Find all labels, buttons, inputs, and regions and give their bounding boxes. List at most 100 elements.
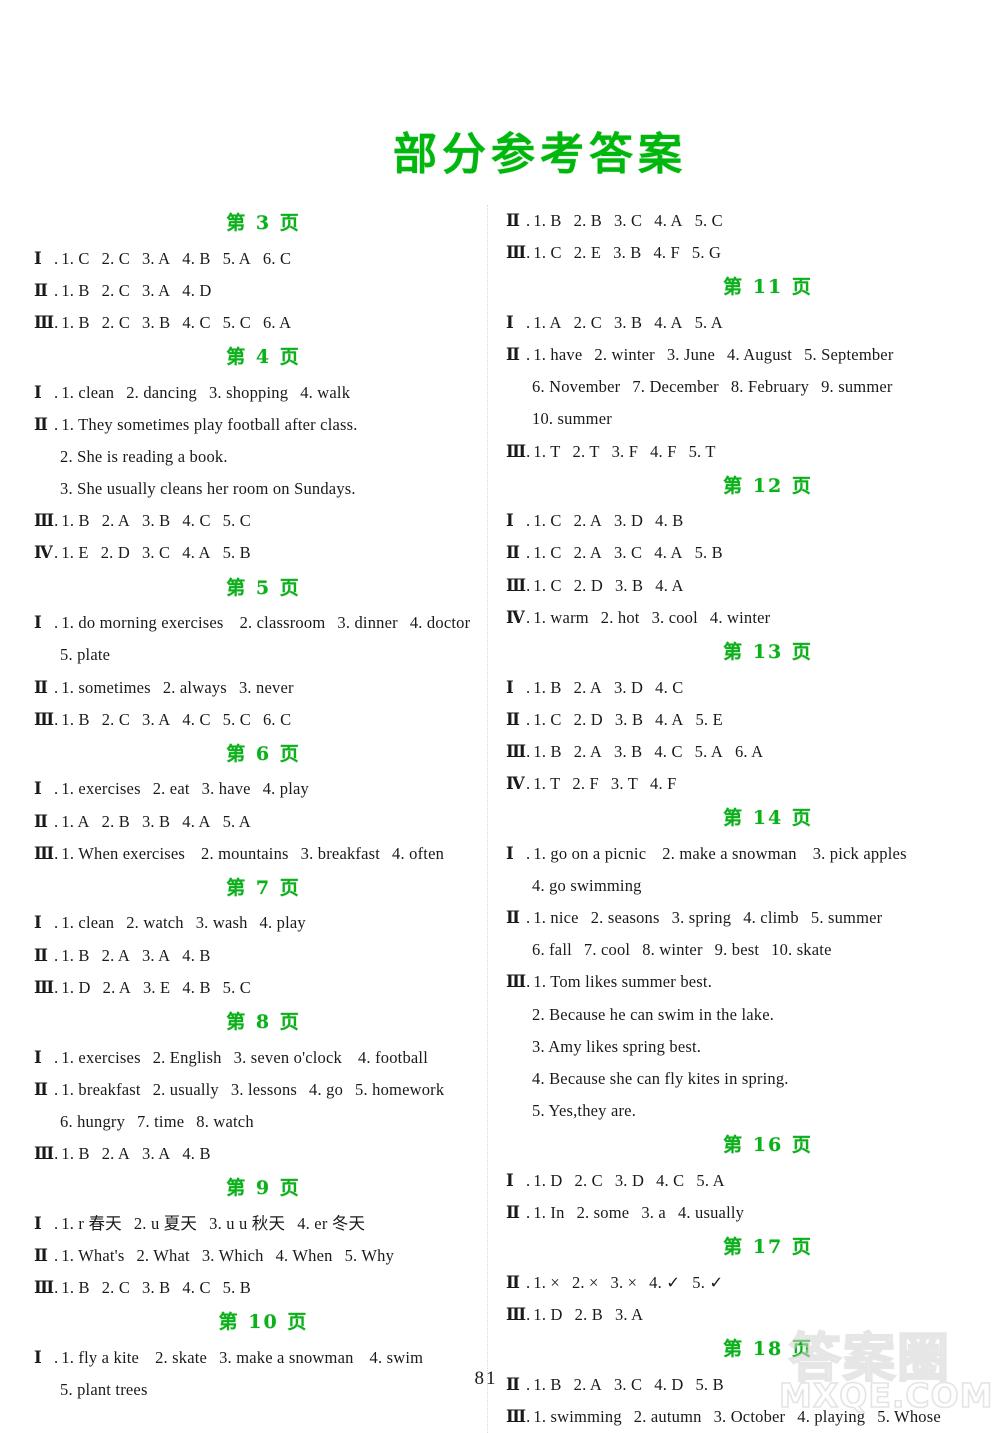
answer-item: 2. A (573, 543, 602, 563)
section-roman-numeral: Ⅲ (34, 1278, 54, 1298)
answer-item: 5. Yes,they are. (532, 1101, 637, 1121)
answer-item: 4. B (182, 1144, 211, 1164)
page-heading: 第 11 页 (723, 276, 813, 299)
answer-item: 4. swim (369, 1347, 424, 1367)
answer-item: 4. A (654, 543, 683, 563)
answer-line: Ⅰ. 1. do morning exercises 2. classroom 3. … (34, 607, 477, 639)
answer-item: 2. B (573, 211, 602, 230)
page-heading: 第 4 页 (226, 346, 301, 369)
roman-separator-dot: . (526, 243, 531, 263)
answer-line: Ⅲ. 1. swimming 2. autumn 3. October 4. playi… (506, 1401, 990, 1433)
section-roman-numeral: Ⅰ (34, 913, 42, 933)
column-divider (487, 205, 488, 1433)
answer-item: 1. warm (533, 607, 589, 627)
answer-item: 4. play (259, 913, 306, 933)
answer-line: Ⅲ. 1. B 2. C 3. A 4. C 5. C 6. C (34, 704, 477, 736)
answer-item: 10. skate (771, 940, 832, 960)
answer-item: 2. autumn (633, 1406, 702, 1426)
answer-item: 4. walk (300, 382, 351, 402)
answer-item: 1. A (61, 811, 90, 831)
roman-separator-dot: . (526, 211, 531, 230)
section-roman-numeral: Ⅰ (34, 613, 42, 633)
answer-item: 5. C (222, 312, 251, 332)
roman-separator-dot: . (526, 774, 531, 794)
answer-item: 3. make a snowman (219, 1347, 354, 1367)
answer-line: Ⅲ. 1. B 2. C 3. B 4. C 5. B (34, 1272, 477, 1304)
roman-separator-dot: . (526, 1170, 531, 1190)
answer-item: 2. hot (600, 607, 640, 627)
answer-item: 4. ✓ (649, 1272, 681, 1292)
answer-item: 1. B (61, 709, 90, 729)
answer-line-continued: 3. She usually cleans her room on Sunday… (34, 473, 477, 505)
answer-item: 7. time (137, 1111, 185, 1131)
answer-item: 1. T (533, 774, 561, 794)
answer-item: 4. climb (743, 908, 799, 928)
answer-item: 2. What (136, 1245, 190, 1265)
section-roman-numeral: Ⅱ (34, 811, 48, 831)
answer-item: 2. T (572, 441, 600, 461)
answer-line: Ⅲ. 1. B 2. A 3. B 4. C 5. C (34, 505, 477, 537)
roman-separator-dot: . (54, 811, 59, 831)
answer-item: 2. A (101, 511, 131, 531)
answer-item: 5. T (688, 441, 716, 461)
right-column: Ⅱ. 1. B 2. B 3. C 4. A 5. C Ⅲ. 1. C 2. E 3. B 4. F… (488, 205, 1000, 1433)
answer-item: 2. B (574, 1304, 603, 1324)
section-roman-numeral: Ⅰ (506, 843, 514, 863)
answer-item: 8. watch (196, 1111, 254, 1131)
answer-item: 1. D (533, 1304, 563, 1324)
section-roman-numeral: Ⅲ (506, 972, 526, 992)
answer-item: 1. D (533, 1170, 563, 1190)
left-column: 第 3 页 Ⅰ. 1. C 2. C 3. A 4. B 5. A 6. C Ⅱ. 1. B 2. … (0, 205, 487, 1406)
section-roman-numeral: Ⅲ (506, 441, 526, 461)
answer-item: 1. They sometimes play football after cl… (61, 414, 358, 434)
answer-line: Ⅲ. 1. D 2. B 3. A (506, 1299, 990, 1331)
answer-item: 1. exercises (61, 1047, 141, 1067)
page-heading: 第 13 页 (723, 640, 813, 663)
roman-separator-dot: . (54, 945, 59, 965)
answer-item: 3. seven o'clock (233, 1047, 342, 1067)
answer-item: 1. C (533, 511, 562, 531)
answer-item: 4. A (655, 575, 684, 595)
answer-line: Ⅳ. 1. warm 2. hot 3. cool 4. winter (506, 602, 990, 634)
answer-line: Ⅰ. 1. C 2. C 3. A 4. B 5. A 6. C (34, 243, 477, 275)
answer-line-continued: 10. summer (506, 403, 990, 435)
answer-item: 3. B (141, 811, 171, 831)
page-heading: 第 10 页 (218, 1311, 309, 1334)
section-roman-numeral: Ⅰ (506, 677, 514, 697)
roman-separator-dot: . (526, 1272, 531, 1292)
answer-item: 3. D (614, 1170, 645, 1190)
roman-separator-dot: . (54, 1047, 59, 1067)
answer-line: Ⅱ. 1. They sometimes play football after … (34, 409, 477, 441)
answer-item: 3. breakfast (300, 843, 381, 863)
section-roman-numeral: Ⅱ (506, 345, 520, 365)
roman-separator-dot: . (54, 414, 59, 434)
answer-item: 3. B (142, 511, 171, 531)
roman-separator-dot: . (54, 1347, 59, 1367)
answer-item: 1. E (61, 543, 89, 563)
answer-item: 3. A (142, 709, 171, 729)
answer-line: Ⅰ. 1. A 2. C 3. B 4. A 5. A (506, 307, 990, 339)
answer-line: Ⅲ. 1. Tom likes summer best. (506, 966, 990, 998)
answer-item: 1. B (61, 511, 90, 531)
section-roman-numeral: Ⅲ (506, 1406, 526, 1426)
answer-item: 5. Whose (877, 1406, 941, 1426)
answer-item: 2. watch (126, 913, 184, 933)
answer-line: Ⅱ. 1. have 2. winter 3. June 4. August 5. Sep… (506, 339, 990, 371)
roman-separator-dot: . (54, 543, 59, 563)
section-roman-numeral: Ⅰ (34, 1213, 42, 1233)
answer-item: 3. a (641, 1203, 666, 1223)
section-roman-numeral: Ⅱ (506, 1272, 520, 1292)
answer-item: 1. A (533, 312, 562, 332)
answer-line: Ⅲ. 1. B 2. A 3. B 4. C 5. A 6. A (506, 736, 990, 768)
answer-item: 8. February (730, 377, 810, 397)
roman-separator-dot: . (54, 843, 59, 863)
answer-item: 3. Amy likes spring best. (532, 1036, 702, 1056)
answer-item: 6. November (532, 377, 621, 397)
answer-item: 4. play (262, 779, 310, 799)
section-roman-numeral: Ⅱ (506, 709, 520, 729)
answer-item: 4. C (654, 741, 683, 761)
answer-item: 1. r 春天 (61, 1213, 122, 1233)
answer-item: 3. B (613, 243, 642, 263)
page-heading: 第 16 页 (723, 1134, 813, 1157)
answer-item: 2. dancing (126, 382, 197, 402)
